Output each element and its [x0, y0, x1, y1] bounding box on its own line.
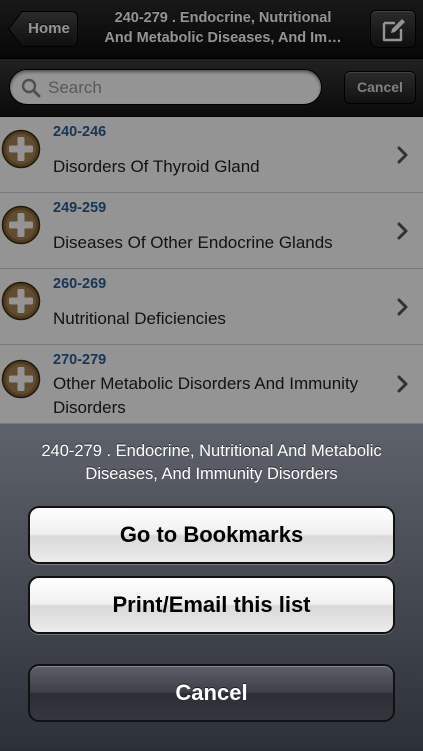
action-sheet-title: 240-279 . Endocrine, Nutritional And Met…: [41, 442, 382, 483]
print-email-button[interactable]: Print/Email this list: [28, 576, 395, 634]
cancel-button[interactable]: Cancel: [28, 664, 395, 722]
go-to-bookmarks-button[interactable]: Go to Bookmarks: [28, 506, 395, 564]
action-sheet: 240-279 . Endocrine, Nutritional And Met…: [0, 423, 423, 751]
